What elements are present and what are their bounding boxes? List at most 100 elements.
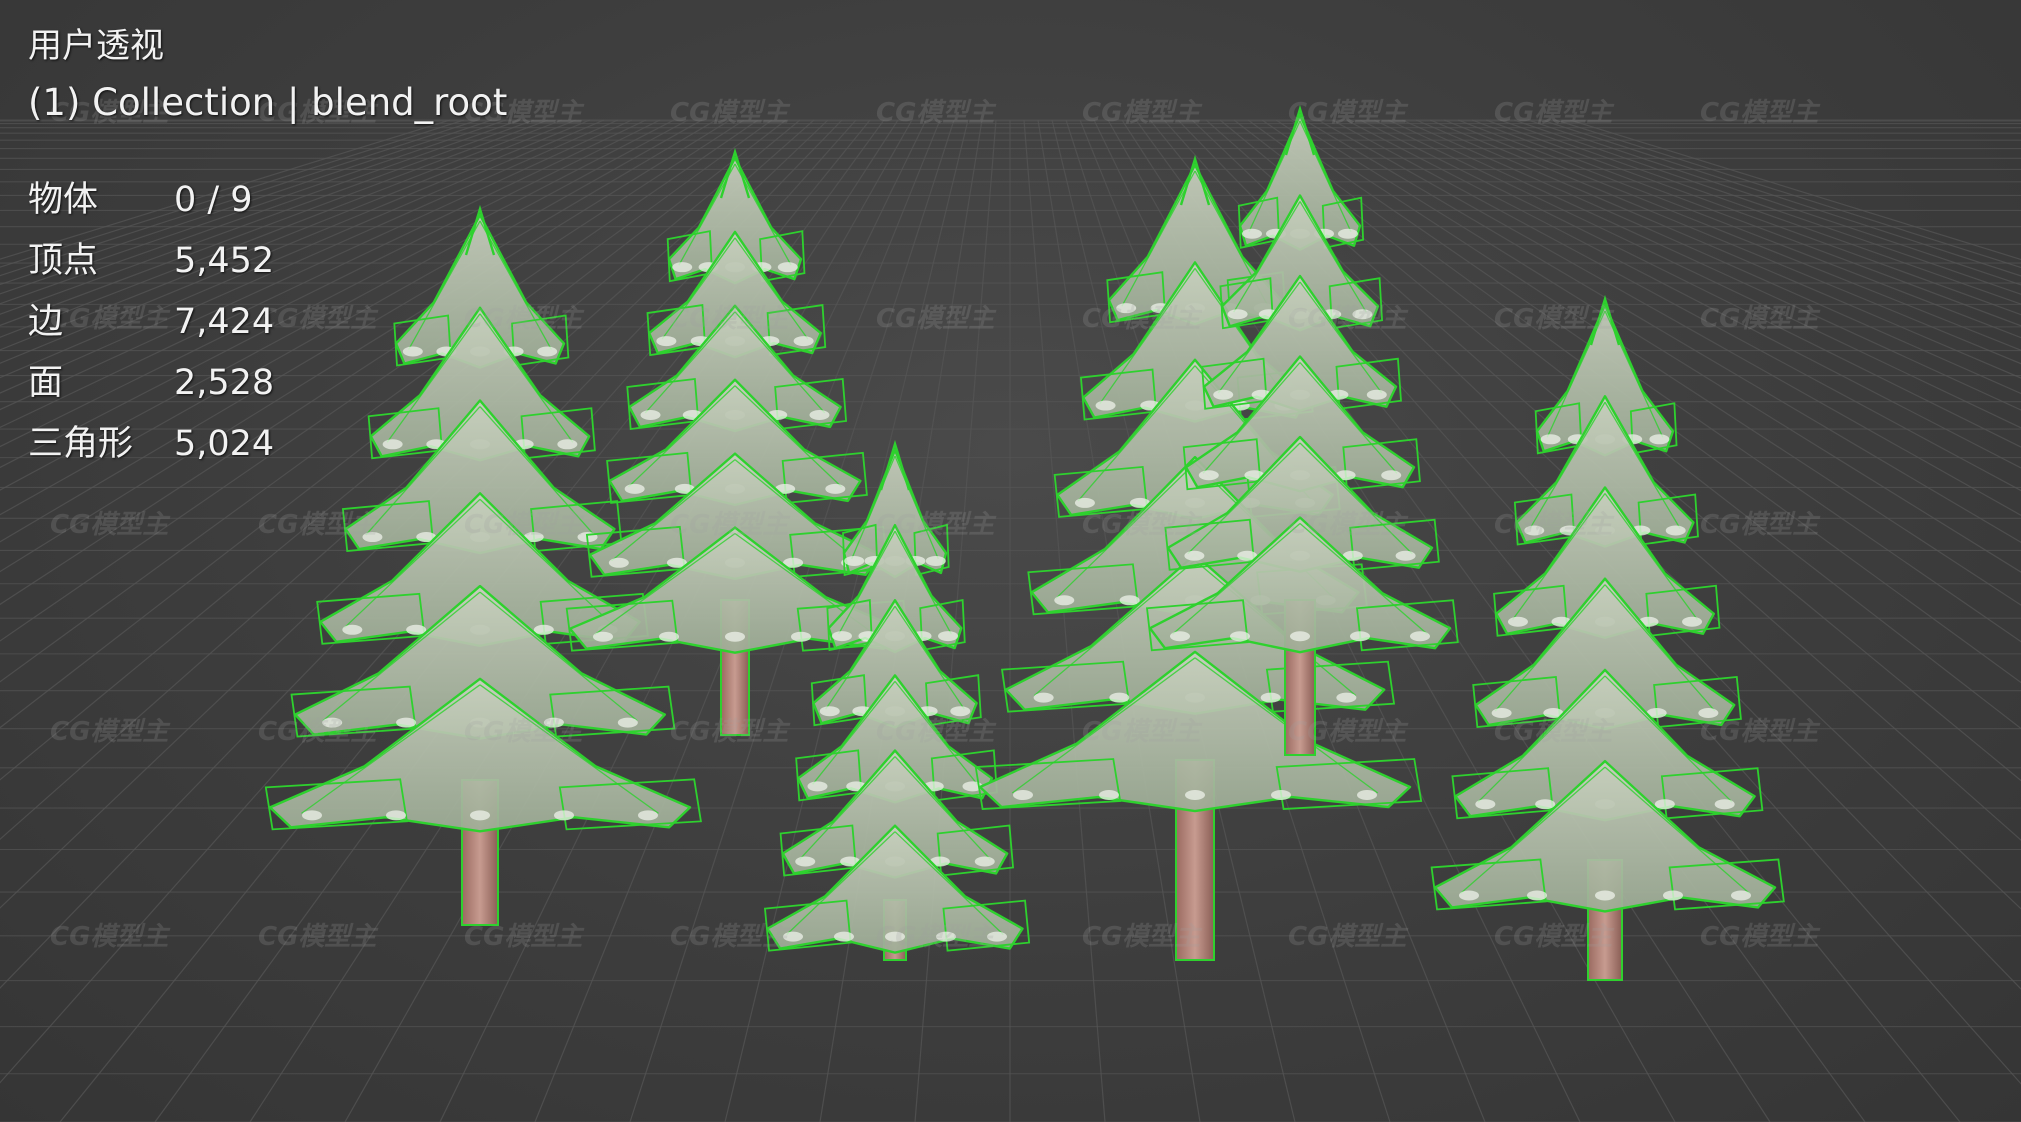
snow-highlight xyxy=(1271,790,1291,801)
snow-highlight xyxy=(554,810,574,821)
snow-highlight xyxy=(1357,790,1377,801)
snow-highlight xyxy=(885,931,905,942)
snow-highlight xyxy=(1649,434,1670,445)
snow-highlight xyxy=(557,439,578,450)
snow-highlight xyxy=(322,717,343,728)
snow-highlight xyxy=(302,810,322,821)
snow-highlight xyxy=(987,931,1007,942)
snow-highlight xyxy=(1535,799,1556,810)
snow-highlight xyxy=(1682,616,1703,627)
snow-highlight xyxy=(342,624,363,635)
snow-highlight xyxy=(1213,389,1234,400)
snow-highlight xyxy=(1227,309,1248,320)
snow-highlight xyxy=(1663,890,1683,901)
snow-highlight xyxy=(1410,631,1430,642)
snow-highlight xyxy=(1095,400,1116,411)
grid-line xyxy=(1023,119,1106,1122)
snow-highlight xyxy=(1507,616,1528,627)
snow-highlight xyxy=(1290,631,1310,642)
snow-highlight xyxy=(1381,470,1402,481)
stat-triangles-value: 5,024 xyxy=(174,424,275,464)
snow-highlight xyxy=(1074,497,1095,508)
viewport-info-overlay: 用户透视 (1) Collection | blend_root 物体 0 / … xyxy=(28,22,507,473)
stat-triangles-label: 三角形 xyxy=(28,424,134,464)
snow-highlight xyxy=(809,409,830,420)
snow-highlight xyxy=(1595,890,1615,901)
snow-highlight xyxy=(362,532,383,543)
snow-highlight xyxy=(1540,434,1561,445)
snow-highlight xyxy=(777,262,798,273)
snow-highlight xyxy=(1185,790,1205,801)
snow-highlight xyxy=(795,856,816,867)
stat-vertices-value: 5,452 xyxy=(174,241,275,281)
stat-edges-label: 边 xyxy=(28,302,64,342)
snow-highlight xyxy=(1198,470,1219,481)
snow-highlight xyxy=(640,409,661,420)
snow-highlight xyxy=(1459,890,1479,901)
snow-highlight xyxy=(1366,389,1387,400)
snow-highlight xyxy=(1184,550,1205,561)
3d-viewport[interactable]: CG模型主 CG模型主 CG模型主 CG模型主 CG模型主 CG模型主 CG模型主 CG模型主… xyxy=(0,0,2021,1122)
snow-highlight xyxy=(406,624,427,635)
snow-highlight xyxy=(638,810,658,821)
snow-highlight xyxy=(1524,525,1545,536)
snow-highlight xyxy=(1338,228,1358,239)
snow-highlight xyxy=(925,555,946,566)
snow-highlight xyxy=(1350,631,1370,642)
snow-highlight xyxy=(386,810,406,821)
snow-highlight xyxy=(791,631,811,642)
snow-highlight xyxy=(974,856,995,867)
snow-highlight xyxy=(624,483,645,494)
scene-statistics: 物体 0 / 9 顶点 5,452 边 7,424 面 2,528 三角形 5,… xyxy=(28,172,507,473)
snow-highlight xyxy=(831,631,852,642)
snow-highlight xyxy=(533,624,554,635)
snow-highlight xyxy=(1116,303,1137,314)
snow-highlight xyxy=(1336,692,1357,703)
snow-highlight xyxy=(672,262,693,273)
snow-highlight xyxy=(950,706,971,717)
snow-highlight xyxy=(1099,790,1119,801)
stat-faces-label: 面 xyxy=(28,363,64,403)
snow-highlight xyxy=(725,631,745,642)
snow-highlight xyxy=(1665,525,1686,536)
snow-highlight xyxy=(1170,631,1190,642)
stat-edges-value: 7,424 xyxy=(174,302,275,342)
snow-highlight xyxy=(537,346,558,357)
snow-highlight xyxy=(825,483,846,494)
snow-highlight xyxy=(656,336,677,347)
snow-highlight xyxy=(1527,890,1547,901)
snow-highlight xyxy=(1475,799,1496,810)
snow-highlight xyxy=(543,717,564,728)
snow-highlight xyxy=(593,631,613,642)
snow-highlight xyxy=(1119,595,1140,606)
snow-highlight xyxy=(936,931,956,942)
snow-highlight xyxy=(1054,595,1075,606)
snow-highlight xyxy=(1491,707,1512,718)
snow-highlight xyxy=(1395,550,1416,561)
snow-highlight xyxy=(1033,692,1054,703)
collection-label: (1) Collection | blend_root xyxy=(28,81,508,124)
snow-highlight xyxy=(807,781,828,792)
snow-highlight xyxy=(1260,692,1281,703)
snow-highlight xyxy=(1654,799,1675,810)
snow-highlight xyxy=(396,717,417,728)
snow-highlight xyxy=(617,717,638,728)
snow-highlight xyxy=(819,706,840,717)
snow-highlight xyxy=(1731,890,1751,901)
snow-highlight xyxy=(1698,707,1719,718)
snow-highlight xyxy=(1013,790,1033,801)
stat-vertices-label: 顶点 xyxy=(28,241,99,281)
snow-highlight xyxy=(783,931,803,942)
snow-highlight xyxy=(844,555,865,566)
snow-highlight xyxy=(834,931,854,942)
stat-objects-label: 物体 xyxy=(28,180,99,220)
grid-line xyxy=(1401,119,2021,395)
snow-highlight xyxy=(938,631,959,642)
snow-highlight xyxy=(793,336,814,347)
stat-faces-value: 2,528 xyxy=(174,363,275,403)
snow-highlight xyxy=(608,557,629,568)
snow-highlight xyxy=(1230,631,1250,642)
snow-highlight xyxy=(1714,799,1735,810)
pine-tree-6 xyxy=(1430,294,1785,981)
stat-objects-value: 0 / 9 xyxy=(174,180,253,220)
